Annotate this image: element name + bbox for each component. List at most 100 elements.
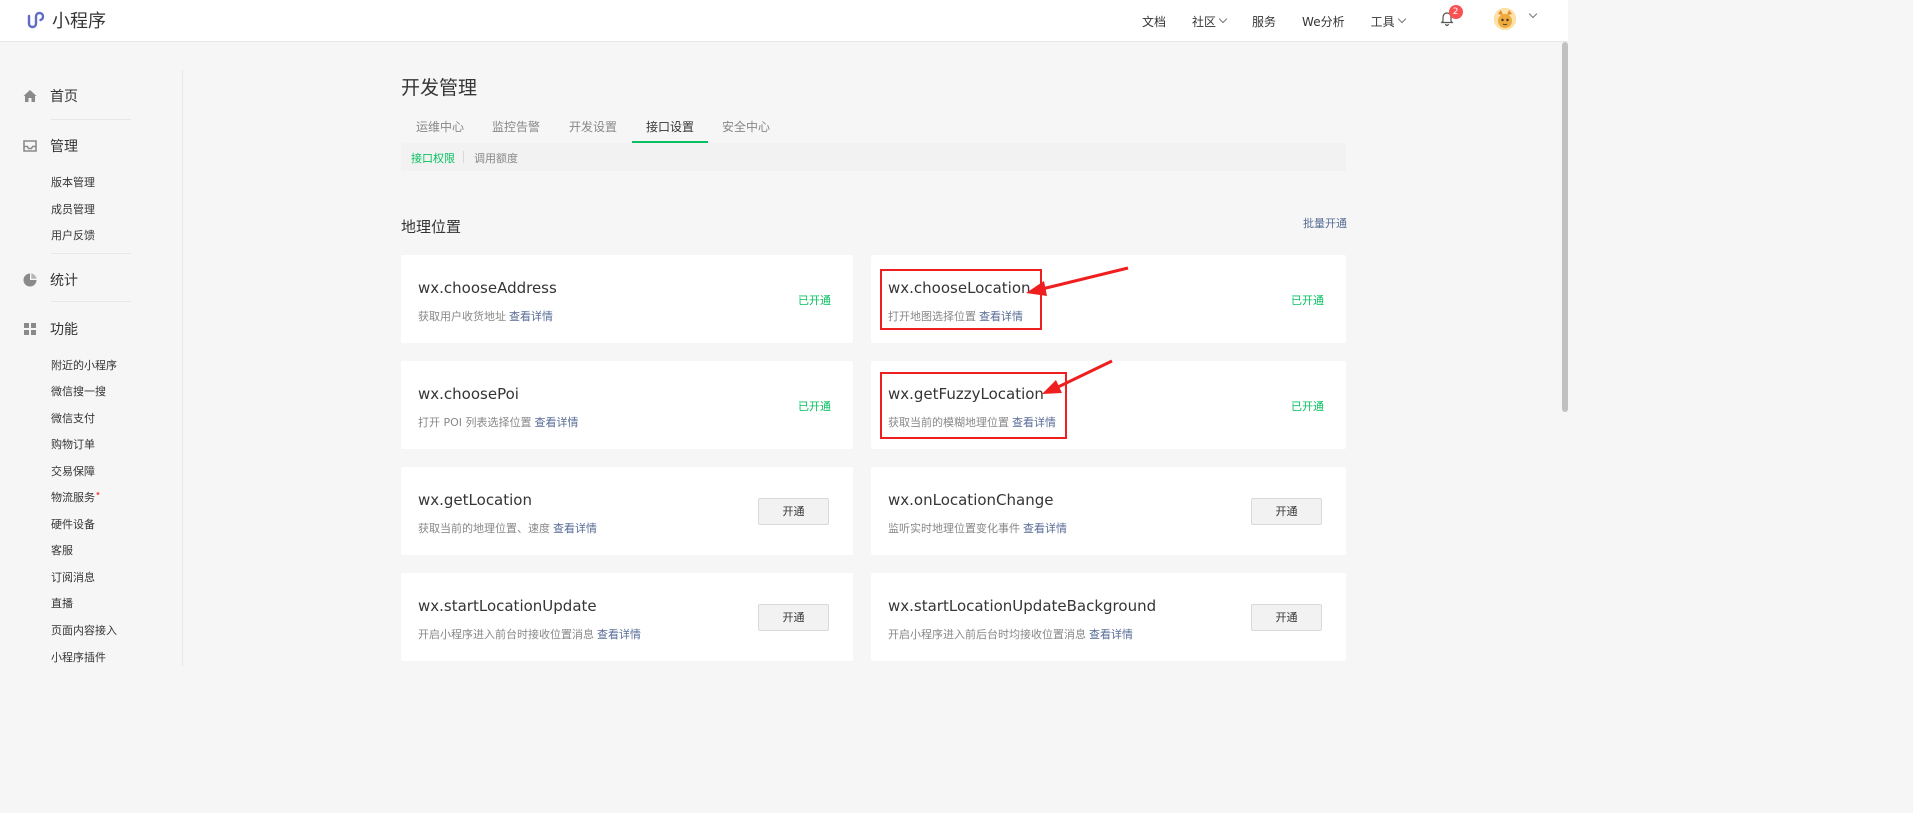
nav-community[interactable]: 社区 — [1192, 13, 1228, 30]
sidebar-item-subscribe-message[interactable]: 订阅消息 — [51, 569, 95, 585]
nav-services[interactable]: 服务 — [1252, 13, 1276, 30]
api-card-get-location: wx.getLocation 获取当前的地理位置、速度 查看详情 开通 — [401, 467, 853, 555]
avatar-image — [1494, 8, 1516, 30]
sidebar-item-features[interactable]: 功能 — [22, 319, 78, 339]
api-description-text: 获取用户收货地址 — [418, 310, 506, 323]
account-menu-chevron-icon[interactable] — [1528, 9, 1538, 19]
nav-we-analytics[interactable]: We分析 — [1302, 13, 1345, 30]
subtab-divider — [463, 151, 464, 163]
sidebar-item-version-management[interactable]: 版本管理 — [51, 174, 95, 190]
enable-button[interactable]: 开通 — [758, 604, 829, 631]
sidebar-item-manage-label: 管理 — [50, 139, 78, 155]
view-details-link[interactable]: 查看详情 — [1023, 522, 1067, 535]
home-icon — [23, 90, 37, 102]
grid-icon — [24, 323, 36, 335]
nav-docs-label: 文档 — [1142, 14, 1167, 29]
api-description-text: 监听实时地理位置变化事件 — [888, 522, 1020, 535]
api-description: 获取当前的地理位置、速度 查看详情 — [418, 520, 597, 536]
sidebar-item-stats-label: 统计 — [50, 273, 78, 289]
notification-button[interactable]: 2 — [1439, 5, 1463, 31]
sidebar-item-wechat-pay[interactable]: 微信支付 — [51, 410, 95, 426]
sidebar-item-customer-service[interactable]: 客服 — [51, 542, 73, 558]
status-enabled: 已开通 — [798, 294, 831, 307]
api-card-on-location-change: wx.onLocationChange 监听实时地理位置变化事件 查看详情 开通 — [871, 467, 1346, 555]
sidebar-item-logistics-label: 物流服务 — [51, 491, 95, 504]
api-name: wx.startLocationUpdate — [418, 597, 597, 615]
api-card-choose-address: wx.chooseAddress 获取用户收货地址 查看详情 已开通 — [401, 255, 853, 343]
api-description-text: 获取当前的地理位置、速度 — [418, 522, 550, 535]
tab-security-center[interactable]: 安全中心 — [722, 118, 770, 135]
sidebar-item-manage[interactable]: 管理 — [22, 136, 78, 156]
nav-services-label: 服务 — [1252, 14, 1277, 29]
top-bar: 小程序 文档 社区 服务 We分析 工具 2 — [0, 0, 1568, 42]
chevron-down-icon — [1218, 14, 1228, 24]
api-name: wx.onLocationChange — [888, 491, 1054, 509]
sidebar-divider — [182, 70, 183, 666]
enable-button[interactable]: 开通 — [758, 498, 829, 525]
status-enabled: 已开通 — [1291, 400, 1324, 413]
sidebar-item-wechat-search[interactable]: 微信搜一搜 — [51, 383, 106, 399]
sidebar-item-nearby-miniprogram[interactable]: 附近的小程序 — [51, 357, 117, 373]
enable-button[interactable]: 开通 — [1251, 498, 1322, 525]
annotation-highlight-box — [880, 269, 1042, 330]
sidebar-item-trade-guarantee[interactable]: 交易保障 — [51, 463, 95, 479]
sidebar-item-features-label: 功能 — [50, 322, 78, 338]
sidebar-item-shopping-orders[interactable]: 购物订单 — [51, 436, 95, 452]
nav-we-analytics-label: We分析 — [1302, 14, 1345, 29]
api-name: wx.choosePoi — [418, 385, 519, 403]
page-scrollbar[interactable] — [1562, 42, 1568, 412]
api-description-text: 打开 POI 列表选择位置 — [418, 416, 532, 429]
annotation-arrow-icon — [1026, 266, 1129, 296]
api-description: 打开 POI 列表选择位置 查看详情 — [418, 414, 579, 430]
section-title: 地理位置 — [401, 218, 462, 236]
nav-tools[interactable]: 工具 — [1370, 13, 1406, 30]
view-details-link[interactable]: 查看详情 — [553, 522, 597, 535]
sidebar-item-home[interactable]: 首页 — [22, 86, 78, 106]
view-details-link[interactable]: 查看详情 — [597, 628, 641, 641]
subtab-call-quota[interactable]: 调用额度 — [474, 150, 518, 166]
tab-monitor-alerts[interactable]: 监控告警 — [492, 118, 540, 135]
sidebar-item-home-label: 首页 — [50, 89, 78, 105]
tab-api-settings[interactable]: 接口设置 — [646, 118, 694, 135]
sidebar-item-hardware[interactable]: 硬件设备 — [51, 516, 95, 532]
pie-chart-icon — [23, 273, 37, 287]
subtab-bar: 接口权限 调用额度 — [401, 143, 1346, 171]
notification-badge: 2 — [1448, 5, 1463, 19]
divider — [51, 253, 131, 254]
sidebar-item-stats[interactable]: 统计 — [22, 270, 78, 290]
api-description-text: 开启小程序进入前后台时均接收位置消息 — [888, 628, 1086, 641]
tab-bar: 运维中心 监控告警 开发设置 接口设置 安全中心 — [401, 118, 1346, 142]
batch-open-link[interactable]: 批量开通 — [1303, 215, 1347, 231]
sidebar-item-plugins[interactable]: 小程序插件 — [51, 649, 106, 665]
api-description: 监听实时地理位置变化事件 查看详情 — [888, 520, 1067, 536]
view-details-link[interactable]: 查看详情 — [509, 310, 553, 323]
divider — [51, 119, 131, 120]
sidebar-item-member-management[interactable]: 成员管理 — [51, 201, 95, 217]
sidebar-item-page-content[interactable]: 页面内容接入 — [51, 622, 117, 638]
miniprogram-logo-icon — [23, 9, 45, 31]
api-card-start-location-update-background: wx.startLocationUpdateBackground 开启小程序进入… — [871, 573, 1346, 661]
view-details-link[interactable]: 查看详情 — [535, 416, 579, 429]
nav-community-label: 社区 — [1192, 14, 1217, 29]
tab-ops-center[interactable]: 运维中心 — [416, 118, 464, 135]
app-title: 小程序 — [52, 11, 106, 32]
tab-dev-settings[interactable]: 开发设置 — [569, 118, 617, 135]
logo[interactable]: 小程序 — [22, 7, 106, 33]
nav-tools-label: 工具 — [1370, 14, 1395, 29]
api-name: wx.startLocationUpdateBackground — [888, 597, 1157, 615]
page-title: 开发管理 — [401, 77, 478, 99]
avatar[interactable] — [1494, 8, 1516, 30]
api-card-start-location-update: wx.startLocationUpdate 开启小程序进入前台时接收位置消息查… — [401, 573, 853, 661]
enable-button[interactable]: 开通 — [1251, 604, 1322, 631]
inbox-icon — [23, 140, 37, 152]
sidebar-item-live[interactable]: 直播 — [51, 595, 73, 611]
view-details-link[interactable]: 查看详情 — [1089, 628, 1133, 641]
sidebar-item-logistics[interactable]: 物流服务• — [51, 489, 101, 505]
api-name: wx.getLocation — [418, 491, 532, 509]
nav-docs[interactable]: 文档 — [1142, 13, 1166, 30]
sidebar-item-user-feedback[interactable]: 用户反馈 — [51, 227, 95, 243]
divider — [51, 301, 131, 302]
api-description-text: 开启小程序进入前台时接收位置消息 — [418, 628, 594, 641]
status-enabled: 已开通 — [798, 400, 831, 413]
subtab-api-permissions[interactable]: 接口权限 — [411, 150, 455, 166]
